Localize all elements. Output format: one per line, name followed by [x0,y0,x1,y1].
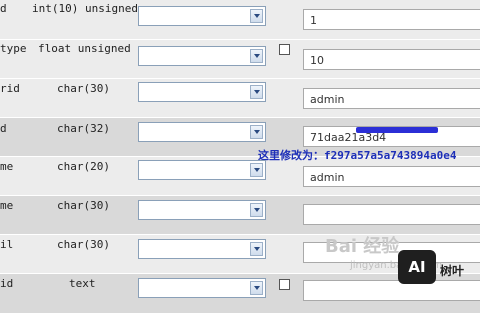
field-type: char(20) [57,160,110,173]
value-input[interactable]: 1 [303,9,480,30]
field-type: text [69,277,96,290]
field-name: rid [0,82,20,95]
null-checkbox[interactable] [279,44,290,55]
chevron-down-icon[interactable] [250,203,263,217]
chevron-down-icon[interactable] [250,9,263,23]
function-select[interactable] [138,239,266,259]
ai-logo: AI [398,250,436,284]
value-input[interactable] [303,280,480,301]
field-name: il [0,238,14,251]
chevron-down-icon[interactable] [250,242,263,256]
function-select[interactable] [138,6,266,26]
redaction-mark [356,127,438,133]
function-select[interactable] [138,278,266,298]
field-type: char(30) [57,238,110,251]
null-checkbox[interactable] [279,279,290,290]
field-name: me [0,160,14,173]
brand-label: 树叶 [440,264,465,278]
field-name: me [0,199,14,212]
chevron-down-icon[interactable] [250,85,263,99]
field-name: d [0,2,7,15]
function-select[interactable] [138,122,266,142]
field-type: float unsigned [38,42,131,55]
value-input[interactable] [303,204,480,225]
field-name: type [0,42,27,55]
field-type: char(30) [57,82,110,95]
watermark-text: Bai 经验 [325,236,400,257]
chevron-down-icon[interactable] [250,163,263,177]
chevron-down-icon[interactable] [250,125,263,139]
value-input[interactable]: admin [303,88,480,109]
field-name: d [0,122,7,135]
field-type: char(30) [57,199,110,212]
function-select[interactable] [138,200,266,220]
function-select[interactable] [138,46,266,66]
value-input[interactable]: admin [303,166,480,187]
chevron-down-icon[interactable] [250,281,263,295]
function-select[interactable] [138,82,266,102]
value-input[interactable]: 10 [303,49,480,70]
field-type: int(10) unsigned [32,2,138,15]
annotation-text: 这里修改为：f297a57a5a743894a0e4 [258,149,457,162]
field-name: id [0,277,14,290]
chevron-down-icon[interactable] [250,49,263,63]
field-type: char(32) [57,122,110,135]
function-select[interactable] [138,160,266,180]
